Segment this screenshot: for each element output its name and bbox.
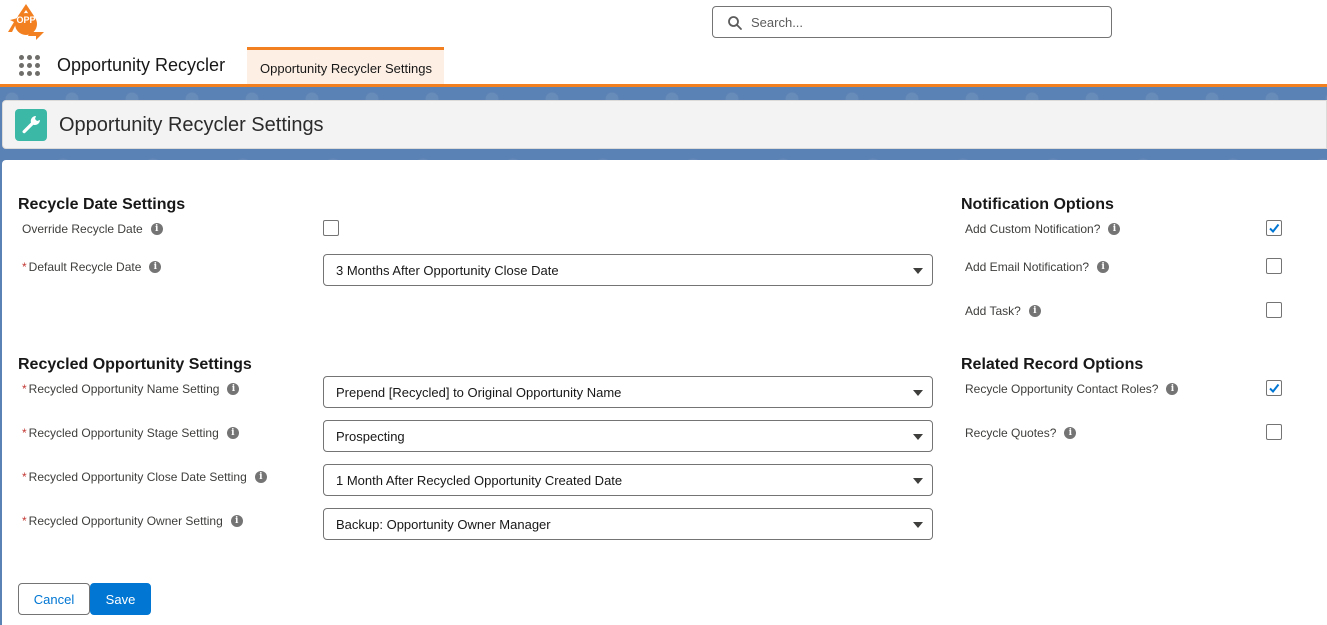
field-label: Recycle Quotes? (965, 426, 1057, 440)
info-icon[interactable]: i (1028, 305, 1041, 317)
custom-notification-label: Add Custom Notification? i (965, 222, 1121, 236)
info-icon[interactable]: i (227, 383, 240, 395)
info-icon[interactable]: i (254, 471, 267, 483)
required-marker: * (22, 426, 27, 440)
default-recycle-date-label: * Default Recycle Date i (22, 260, 162, 274)
page-title: Opportunity Recycler Settings (59, 114, 324, 136)
add-task-checkbox[interactable] (1266, 302, 1282, 318)
quotes-checkbox[interactable] (1266, 424, 1282, 440)
recycled-opportunity-section-title: Recycled Opportunity Settings (18, 356, 252, 373)
required-marker: * (22, 470, 27, 484)
close-date-setting-label: * Recycled Opportunity Close Date Settin… (22, 470, 267, 484)
tab-label: Opportunity Recycler Settings (260, 61, 432, 76)
chevron-down-icon (913, 268, 923, 274)
email-notification-label: Add Email Notification? i (965, 260, 1110, 274)
stage-setting-select[interactable]: Prospecting (323, 420, 933, 452)
default-recycle-date-select[interactable]: 3 Months After Opportunity Close Date (323, 254, 933, 286)
field-label: Add Custom Notification? (965, 222, 1101, 236)
info-icon[interactable]: i (226, 427, 239, 439)
checkmark-icon (1269, 383, 1280, 394)
quotes-label: Recycle Quotes? i (965, 426, 1077, 440)
search-box[interactable]: Search... (712, 6, 1112, 38)
cancel-button[interactable]: Cancel (18, 583, 90, 615)
required-marker: * (22, 514, 27, 528)
owner-setting-select[interactable]: Backup: Opportunity Owner Manager (323, 508, 933, 540)
field-label: Recycle Opportunity Contact Roles? (965, 382, 1159, 396)
email-notification-checkbox[interactable] (1266, 258, 1282, 274)
recycle-date-section-title: Recycle Date Settings (18, 196, 186, 213)
search-input[interactable]: Search... (751, 15, 803, 30)
custom-notification-checkbox[interactable] (1266, 220, 1282, 236)
tab-opportunity-recycler-settings[interactable]: Opportunity Recycler Settings (247, 47, 444, 84)
override-recycle-date-checkbox[interactable] (323, 220, 339, 236)
recycle-logo-icon[interactable]: OPP (4, 2, 48, 42)
field-label: Override Recycle Date (22, 222, 143, 236)
chevron-down-icon (913, 434, 923, 440)
settings-card: Recycle Date Settings Override Recycle D… (2, 160, 1327, 625)
add-task-label: Add Task? i (965, 304, 1041, 318)
related-record-section-title: Related Record Options (961, 356, 1144, 373)
chevron-down-icon (913, 390, 923, 396)
info-icon[interactable]: i (1097, 261, 1110, 273)
info-icon[interactable]: i (1108, 223, 1121, 235)
global-header: OPP Search... (0, 0, 1327, 46)
waffle-icon[interactable] (19, 55, 41, 77)
app-nav-bar: Opportunity Recycler Opportunity Recycle… (0, 46, 1327, 84)
chevron-down-icon (913, 522, 923, 528)
required-marker: * (22, 260, 27, 274)
info-icon[interactable]: i (1166, 383, 1179, 395)
wrench-icon (15, 109, 47, 141)
notification-section-title: Notification Options (961, 196, 1114, 213)
contact-roles-checkbox[interactable] (1266, 380, 1282, 396)
field-label: Recycled Opportunity Owner Setting (28, 514, 223, 528)
select-value: Prepend [Recycled] to Original Opportuni… (336, 385, 622, 400)
contact-roles-label: Recycle Opportunity Contact Roles? i (965, 382, 1179, 396)
app-name: Opportunity Recycler (57, 55, 226, 75)
select-value: Prospecting (336, 429, 405, 444)
override-recycle-date-label: Override Recycle Date i (22, 222, 163, 236)
owner-setting-label: * Recycled Opportunity Owner Setting i (22, 514, 243, 528)
info-icon[interactable]: i (1064, 427, 1077, 439)
field-label: Default Recycle Date (28, 260, 142, 274)
name-setting-select[interactable]: Prepend [Recycled] to Original Opportuni… (323, 376, 933, 408)
select-value: 1 Month After Recycled Opportunity Creat… (336, 473, 623, 488)
field-label: Recycled Opportunity Stage Setting (28, 426, 219, 440)
stage-setting-label: * Recycled Opportunity Stage Setting i (22, 426, 239, 440)
info-icon[interactable]: i (230, 515, 243, 527)
field-label: Add Task? (965, 304, 1021, 318)
field-label: Recycled Opportunity Name Setting (28, 382, 220, 396)
save-button[interactable]: Save (90, 583, 151, 615)
checkmark-icon (1269, 223, 1280, 234)
required-marker: * (22, 382, 27, 396)
logo-text: OPP (16, 15, 36, 25)
info-icon[interactable]: i (150, 223, 163, 235)
select-value: 3 Months After Opportunity Close Date (336, 263, 559, 278)
page-header: Opportunity Recycler Settings (2, 100, 1327, 149)
select-value: Backup: Opportunity Owner Manager (336, 517, 551, 532)
info-icon[interactable]: i (149, 261, 162, 273)
search-icon (728, 16, 742, 30)
name-setting-label: * Recycled Opportunity Name Setting i (22, 382, 240, 396)
field-label: Recycled Opportunity Close Date Setting (28, 470, 247, 484)
close-date-setting-select[interactable]: 1 Month After Recycled Opportunity Creat… (323, 464, 933, 496)
field-label: Add Email Notification? (965, 260, 1090, 274)
chevron-down-icon (913, 478, 923, 484)
